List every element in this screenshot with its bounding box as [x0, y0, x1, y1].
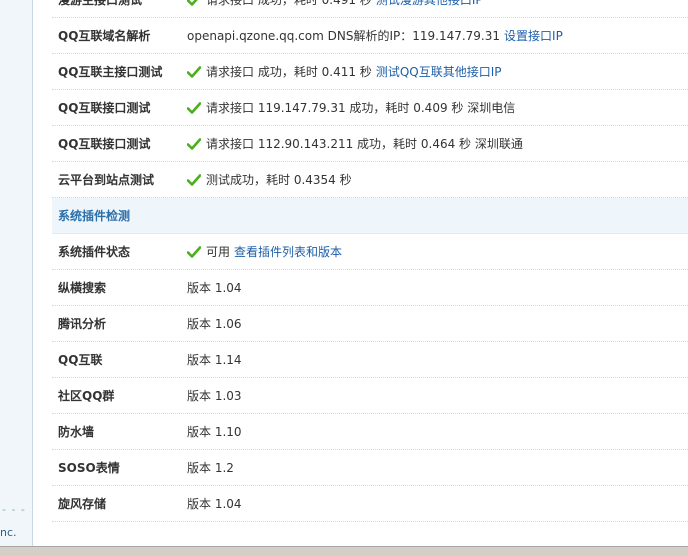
- row-value-text: 请求接口 119.147.79.31 成功，耗时 0.409 秒 深圳电信: [206, 101, 516, 115]
- row-label: 防水墙: [58, 425, 95, 439]
- row-value: 请求接口 119.147.79.31 成功，耗时 0.409 秒 深圳电信: [187, 99, 515, 116]
- row-label: 旋风存储: [58, 497, 107, 511]
- row-value-text: 版本 1.04: [187, 281, 242, 295]
- row-action-link[interactable]: 测试漫游其他接口IP: [376, 0, 483, 8]
- row-value: 版本 1.10: [187, 423, 242, 440]
- row-value-text: 请求接口 112.90.143.211 成功，耗时 0.464 秒 深圳联通: [206, 137, 523, 151]
- row-value: 版本 1.06: [187, 315, 242, 332]
- check-icon: [187, 173, 201, 186]
- row-value: 版本 1.03: [187, 387, 242, 404]
- row-label: QQ互联: [58, 353, 103, 367]
- row-value-text: 版本 1.2: [187, 461, 234, 475]
- row-value-text: 版本 1.10: [187, 425, 242, 439]
- table-row: 旋风存储 版本 1.04: [52, 486, 688, 522]
- row-value-text: 请求接口 成功，耗时 0.411 秒: [206, 65, 372, 79]
- row-label: QQ互联域名解析: [58, 29, 151, 43]
- row-action-link[interactable]: 设置接口IP: [504, 27, 563, 44]
- row-value: 请求接口 成功，耗时 0.411 秒测试QQ互联其他接口IP: [187, 63, 501, 80]
- table-row: 社区QQ群 版本 1.03: [52, 378, 688, 414]
- row-label: SOSO表情: [58, 461, 120, 475]
- check-icon: [187, 245, 201, 258]
- table-row: 纵横搜索 版本 1.04: [52, 270, 688, 306]
- section-title: 系统插件检测: [58, 209, 131, 223]
- row-label: 漫游主接口测试: [58, 0, 143, 7]
- table-row: 防水墙 版本 1.10: [52, 414, 688, 450]
- row-label: 社区QQ群: [58, 389, 115, 403]
- row-value-text: 测试成功，耗时 0.4354 秒: [206, 173, 352, 187]
- table-row: 云平台到站点测试 测试成功，耗时 0.4354 秒: [52, 162, 688, 198]
- row-label: QQ互联接口测试: [58, 101, 151, 115]
- row-action-link[interactable]: 测试QQ互联其他接口IP: [376, 63, 502, 80]
- sidebar-divider: - - -: [2, 503, 26, 516]
- row-label: 纵横搜索: [58, 281, 107, 295]
- table-row: 漫游主接口测试 请求接口 成功，耗时 0.491 秒测试漫游其他接口IP: [52, 0, 688, 18]
- left-sidebar: - - - nc.: [0, 0, 33, 546]
- table-row: QQ互联主接口测试 请求接口 成功，耗时 0.411 秒测试QQ互联其他接口IP: [52, 54, 688, 90]
- window-status-bar: [0, 546, 688, 556]
- row-value-text: 请求接口 成功，耗时 0.491 秒: [206, 0, 372, 7]
- row-label: QQ互联主接口测试: [58, 65, 163, 79]
- row-label: QQ互联接口测试: [58, 137, 151, 151]
- row-value: 测试成功，耗时 0.4354 秒: [187, 171, 352, 188]
- check-icon: [187, 137, 201, 150]
- row-value: 版本 1.04: [187, 279, 242, 296]
- row-value-text: 版本 1.14: [187, 353, 242, 367]
- check-icon: [187, 0, 198, 6]
- table-row: QQ互联 版本 1.14: [52, 342, 688, 378]
- row-value: 版本 1.2: [187, 459, 234, 476]
- row-value-text: 版本 1.03: [187, 389, 242, 403]
- table-row: 系统插件状态 可用 查看插件列表和版本: [52, 234, 688, 270]
- row-value: 请求接口 成功，耗时 0.491 秒测试漫游其他接口IP: [187, 0, 483, 8]
- check-icon: [187, 65, 201, 78]
- table-row: SOSO表情 版本 1.2: [52, 450, 688, 486]
- row-value: 请求接口 112.90.143.211 成功，耗时 0.464 秒 深圳联通: [187, 135, 523, 152]
- table-row: QQ互联接口测试 请求接口 119.147.79.31 成功，耗时 0.409 秒…: [52, 90, 688, 126]
- sidebar-footer-text: nc.: [0, 526, 17, 539]
- row-value-text: openapi.qzone.qq.com DNS解析的IP：119.147.79…: [187, 29, 501, 43]
- diagnostics-table: 漫游主接口测试 请求接口 成功，耗时 0.491 秒测试漫游其他接口IP QQ互联域…: [52, 0, 688, 546]
- row-label: 云平台到站点测试: [58, 173, 155, 187]
- section-header: 系统插件检测: [52, 198, 688, 234]
- table-row: QQ互联接口测试 请求接口 112.90.143.211 成功，耗时 0.464 …: [52, 126, 688, 162]
- table-row: 腾讯分析 版本 1.06: [52, 306, 688, 342]
- row-label: 腾讯分析: [58, 317, 107, 331]
- row-value-text: 版本 1.06: [187, 317, 242, 331]
- row-value: 版本 1.04: [187, 495, 242, 512]
- row-value: openapi.qzone.qq.com DNS解析的IP：119.147.79…: [187, 27, 563, 44]
- row-action-link[interactable]: 查看插件列表和版本: [234, 243, 342, 260]
- row-value-text: 可用: [206, 245, 231, 259]
- table-row: QQ互联域名解析 openapi.qzone.qq.com DNS解析的IP：11…: [52, 18, 688, 54]
- row-value-text: 版本 1.04: [187, 497, 242, 511]
- row-value: 可用 查看插件列表和版本: [187, 243, 342, 260]
- check-icon: [187, 101, 201, 114]
- row-label: 系统插件状态: [58, 245, 131, 259]
- row-value: 版本 1.14: [187, 351, 242, 368]
